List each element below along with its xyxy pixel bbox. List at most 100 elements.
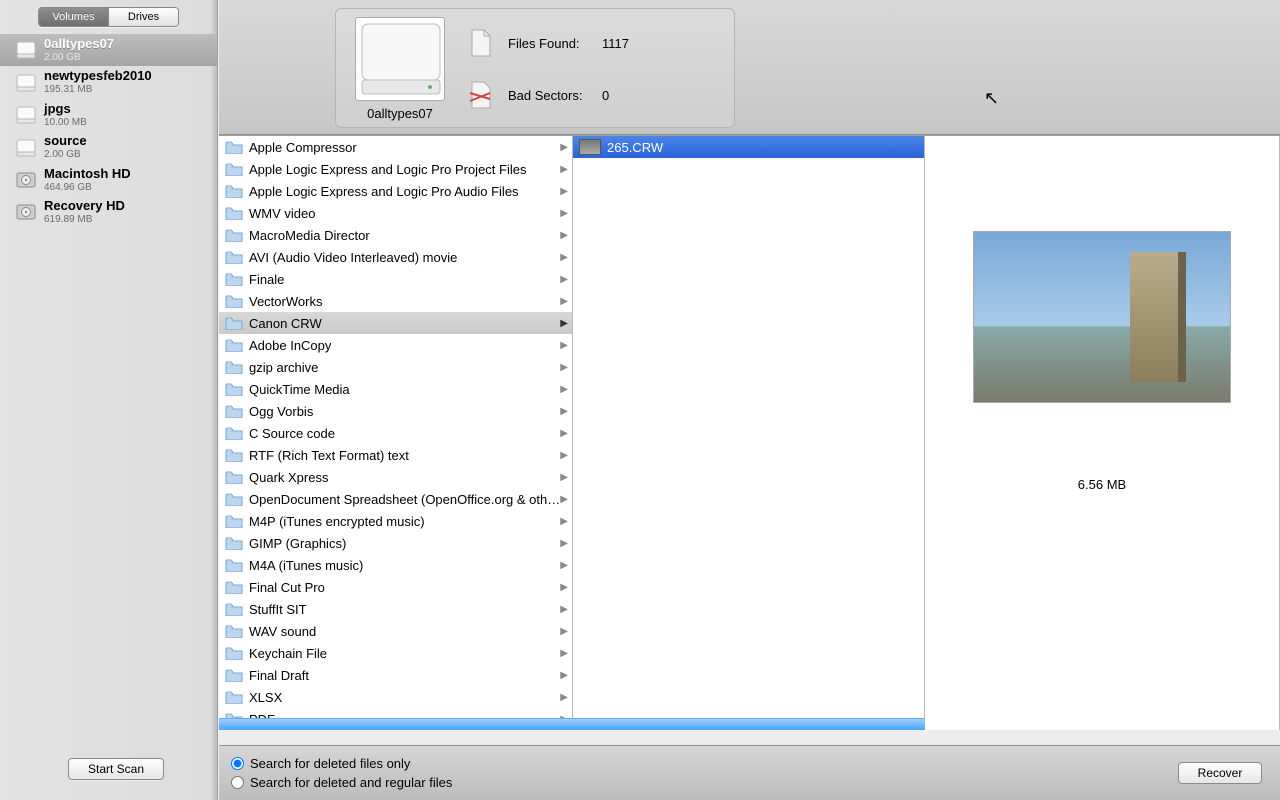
volume-size: 10.00 MB (44, 117, 87, 129)
option-deleted-only[interactable]: Search for deleted files only (231, 754, 452, 773)
volume-list: 0alltypes072.00 GBnewtypesfeb2010195.31 … (0, 34, 217, 229)
category-row[interactable]: Adobe InCopy▶ (219, 334, 572, 356)
volume-item[interactable]: Recovery HD619.89 MB (0, 196, 217, 228)
category-label: QuickTime Media (249, 382, 350, 397)
chevron-right-icon: ▶ (560, 296, 568, 307)
category-row[interactable]: Keychain File ▶ (219, 642, 572, 664)
category-row[interactable]: Final Cut Pro▶ (219, 576, 572, 598)
files-found-icon (464, 27, 496, 59)
category-row[interactable]: AVI (Audio Video Interleaved) movie▶ (219, 246, 572, 268)
volume-item[interactable]: newtypesfeb2010195.31 MB (0, 66, 217, 98)
external-disk-icon (14, 38, 38, 62)
category-row[interactable]: XLSX▶ (219, 686, 572, 708)
chevron-right-icon: ▶ (560, 428, 568, 439)
volume-size: 464.96 GB (44, 182, 131, 194)
preview-image (974, 232, 1230, 402)
folder-icon (225, 228, 243, 242)
category-row[interactable]: M4P (iTunes encrypted music)▶ (219, 510, 572, 532)
chevron-right-icon: ▶ (560, 274, 568, 285)
chevron-right-icon: ▶ (560, 582, 568, 593)
folder-icon (225, 184, 243, 198)
category-row[interactable]: QuickTime Media▶ (219, 378, 572, 400)
volume-name: Recovery HD (44, 199, 125, 214)
chevron-right-icon: ▶ (560, 230, 568, 241)
category-row[interactable]: Apple Logic Express and Logic Pro Projec… (219, 158, 572, 180)
folder-icon (225, 580, 243, 594)
category-label: GIMP (Graphics) (249, 536, 346, 551)
category-row[interactable]: Finale ▶ (219, 268, 572, 290)
category-row[interactable]: OpenDocument Spreadsheet (OpenOffice.org… (219, 488, 572, 510)
category-label: Quark Xpress (249, 470, 328, 485)
chevron-right-icon: ▶ (560, 648, 568, 659)
internal-disk-icon (14, 168, 38, 192)
chevron-right-icon: ▶ (560, 186, 568, 197)
chevron-right-icon: ▶ (560, 406, 568, 417)
option-deleted-and-regular-radio[interactable] (231, 776, 244, 789)
folder-icon (225, 602, 243, 616)
file-name: 265.CRW (607, 140, 663, 155)
volume-item[interactable]: Macintosh HD464.96 GB (0, 164, 217, 196)
option-deleted-and-regular[interactable]: Search for deleted and regular files (231, 773, 452, 792)
category-row[interactable]: MacroMedia Director▶ (219, 224, 572, 246)
category-row[interactable]: Apple Compressor ▶ (219, 136, 572, 158)
chevron-right-icon: ▶ (560, 142, 568, 153)
tab-volumes[interactable]: Volumes (39, 8, 109, 26)
volume-size: 2.00 GB (44, 52, 114, 64)
sidebar-tab-control: Volumes Drives (38, 7, 179, 27)
file-row[interactable]: 265.CRW (573, 136, 924, 158)
volume-size: 619.89 MB (44, 214, 125, 226)
chevron-right-icon: ▶ (560, 604, 568, 615)
category-label: Apple Compressor (249, 140, 357, 155)
category-row[interactable]: WAV sound▶ (219, 620, 572, 642)
chevron-right-icon: ▶ (560, 560, 568, 571)
volume-name: newtypesfeb2010 (44, 69, 152, 84)
volume-item[interactable]: jpgs10.00 MB (0, 99, 217, 131)
category-row[interactable]: C Source code ▶ (219, 422, 572, 444)
volume-item[interactable]: source2.00 GB (0, 131, 217, 163)
horizontal-scrollbar[interactable] (219, 718, 925, 730)
category-label: Finale (249, 272, 284, 287)
footer-bar: Search for deleted files only Search for… (219, 745, 1280, 800)
category-row[interactable]: Ogg Vorbis ▶ (219, 400, 572, 422)
volume-item[interactable]: 0alltypes072.00 GB (0, 34, 217, 66)
category-label: Ogg Vorbis (249, 404, 313, 419)
category-row[interactable]: WMV video▶ (219, 202, 572, 224)
folder-icon (225, 272, 243, 286)
bad-sectors-icon (464, 79, 496, 111)
volume-name: jpgs (44, 102, 87, 117)
category-row[interactable]: VectorWorks ▶ (219, 290, 572, 312)
category-row[interactable]: gzip archive▶ (219, 356, 572, 378)
category-row[interactable]: Final Draft▶ (219, 664, 572, 686)
folder-icon (225, 668, 243, 682)
internal-disk-icon (14, 200, 38, 224)
volume-size: 2.00 GB (44, 149, 87, 161)
category-label: Canon CRW (249, 316, 322, 331)
category-row[interactable]: Quark Xpress▶ (219, 466, 572, 488)
category-label: M4A (iTunes music) (249, 558, 363, 573)
category-row[interactable]: StuffIt SIT▶ (219, 598, 572, 620)
sidebar: Volumes Drives 0alltypes072.00 GBnewtype… (0, 0, 218, 800)
external-disk-icon (14, 71, 38, 95)
folder-icon (225, 536, 243, 550)
recover-button[interactable]: Recover (1178, 762, 1262, 784)
file-thumbnail-icon (579, 139, 601, 155)
tab-drives[interactable]: Drives (109, 8, 178, 26)
folder-icon (225, 514, 243, 528)
category-label: M4P (iTunes encrypted music) (249, 514, 425, 529)
option-deleted-only-radio[interactable] (231, 757, 244, 770)
chevron-right-icon: ▶ (560, 538, 568, 549)
category-row[interactable]: Canon CRW▶ (219, 312, 572, 334)
file-column[interactable]: 265.CRW (573, 136, 925, 730)
start-scan-button[interactable]: Start Scan (68, 758, 164, 780)
category-row[interactable]: M4A (iTunes music) ▶ (219, 554, 572, 576)
chevron-right-icon: ▶ (560, 208, 568, 219)
category-label: VectorWorks (249, 294, 322, 309)
category-label: Keychain File (249, 646, 327, 661)
category-row[interactable]: GIMP (Graphics) ▶ (219, 532, 572, 554)
category-label: C Source code (249, 426, 335, 441)
category-row[interactable]: RTF (Rich Text Format) text▶ (219, 444, 572, 466)
category-column[interactable]: Apple Compressor▶Apple Logic Express and… (219, 136, 573, 730)
chevron-right-icon: ▶ (560, 692, 568, 703)
category-row[interactable]: Apple Logic Express and Logic Pro Audio … (219, 180, 572, 202)
external-disk-icon (14, 103, 38, 127)
